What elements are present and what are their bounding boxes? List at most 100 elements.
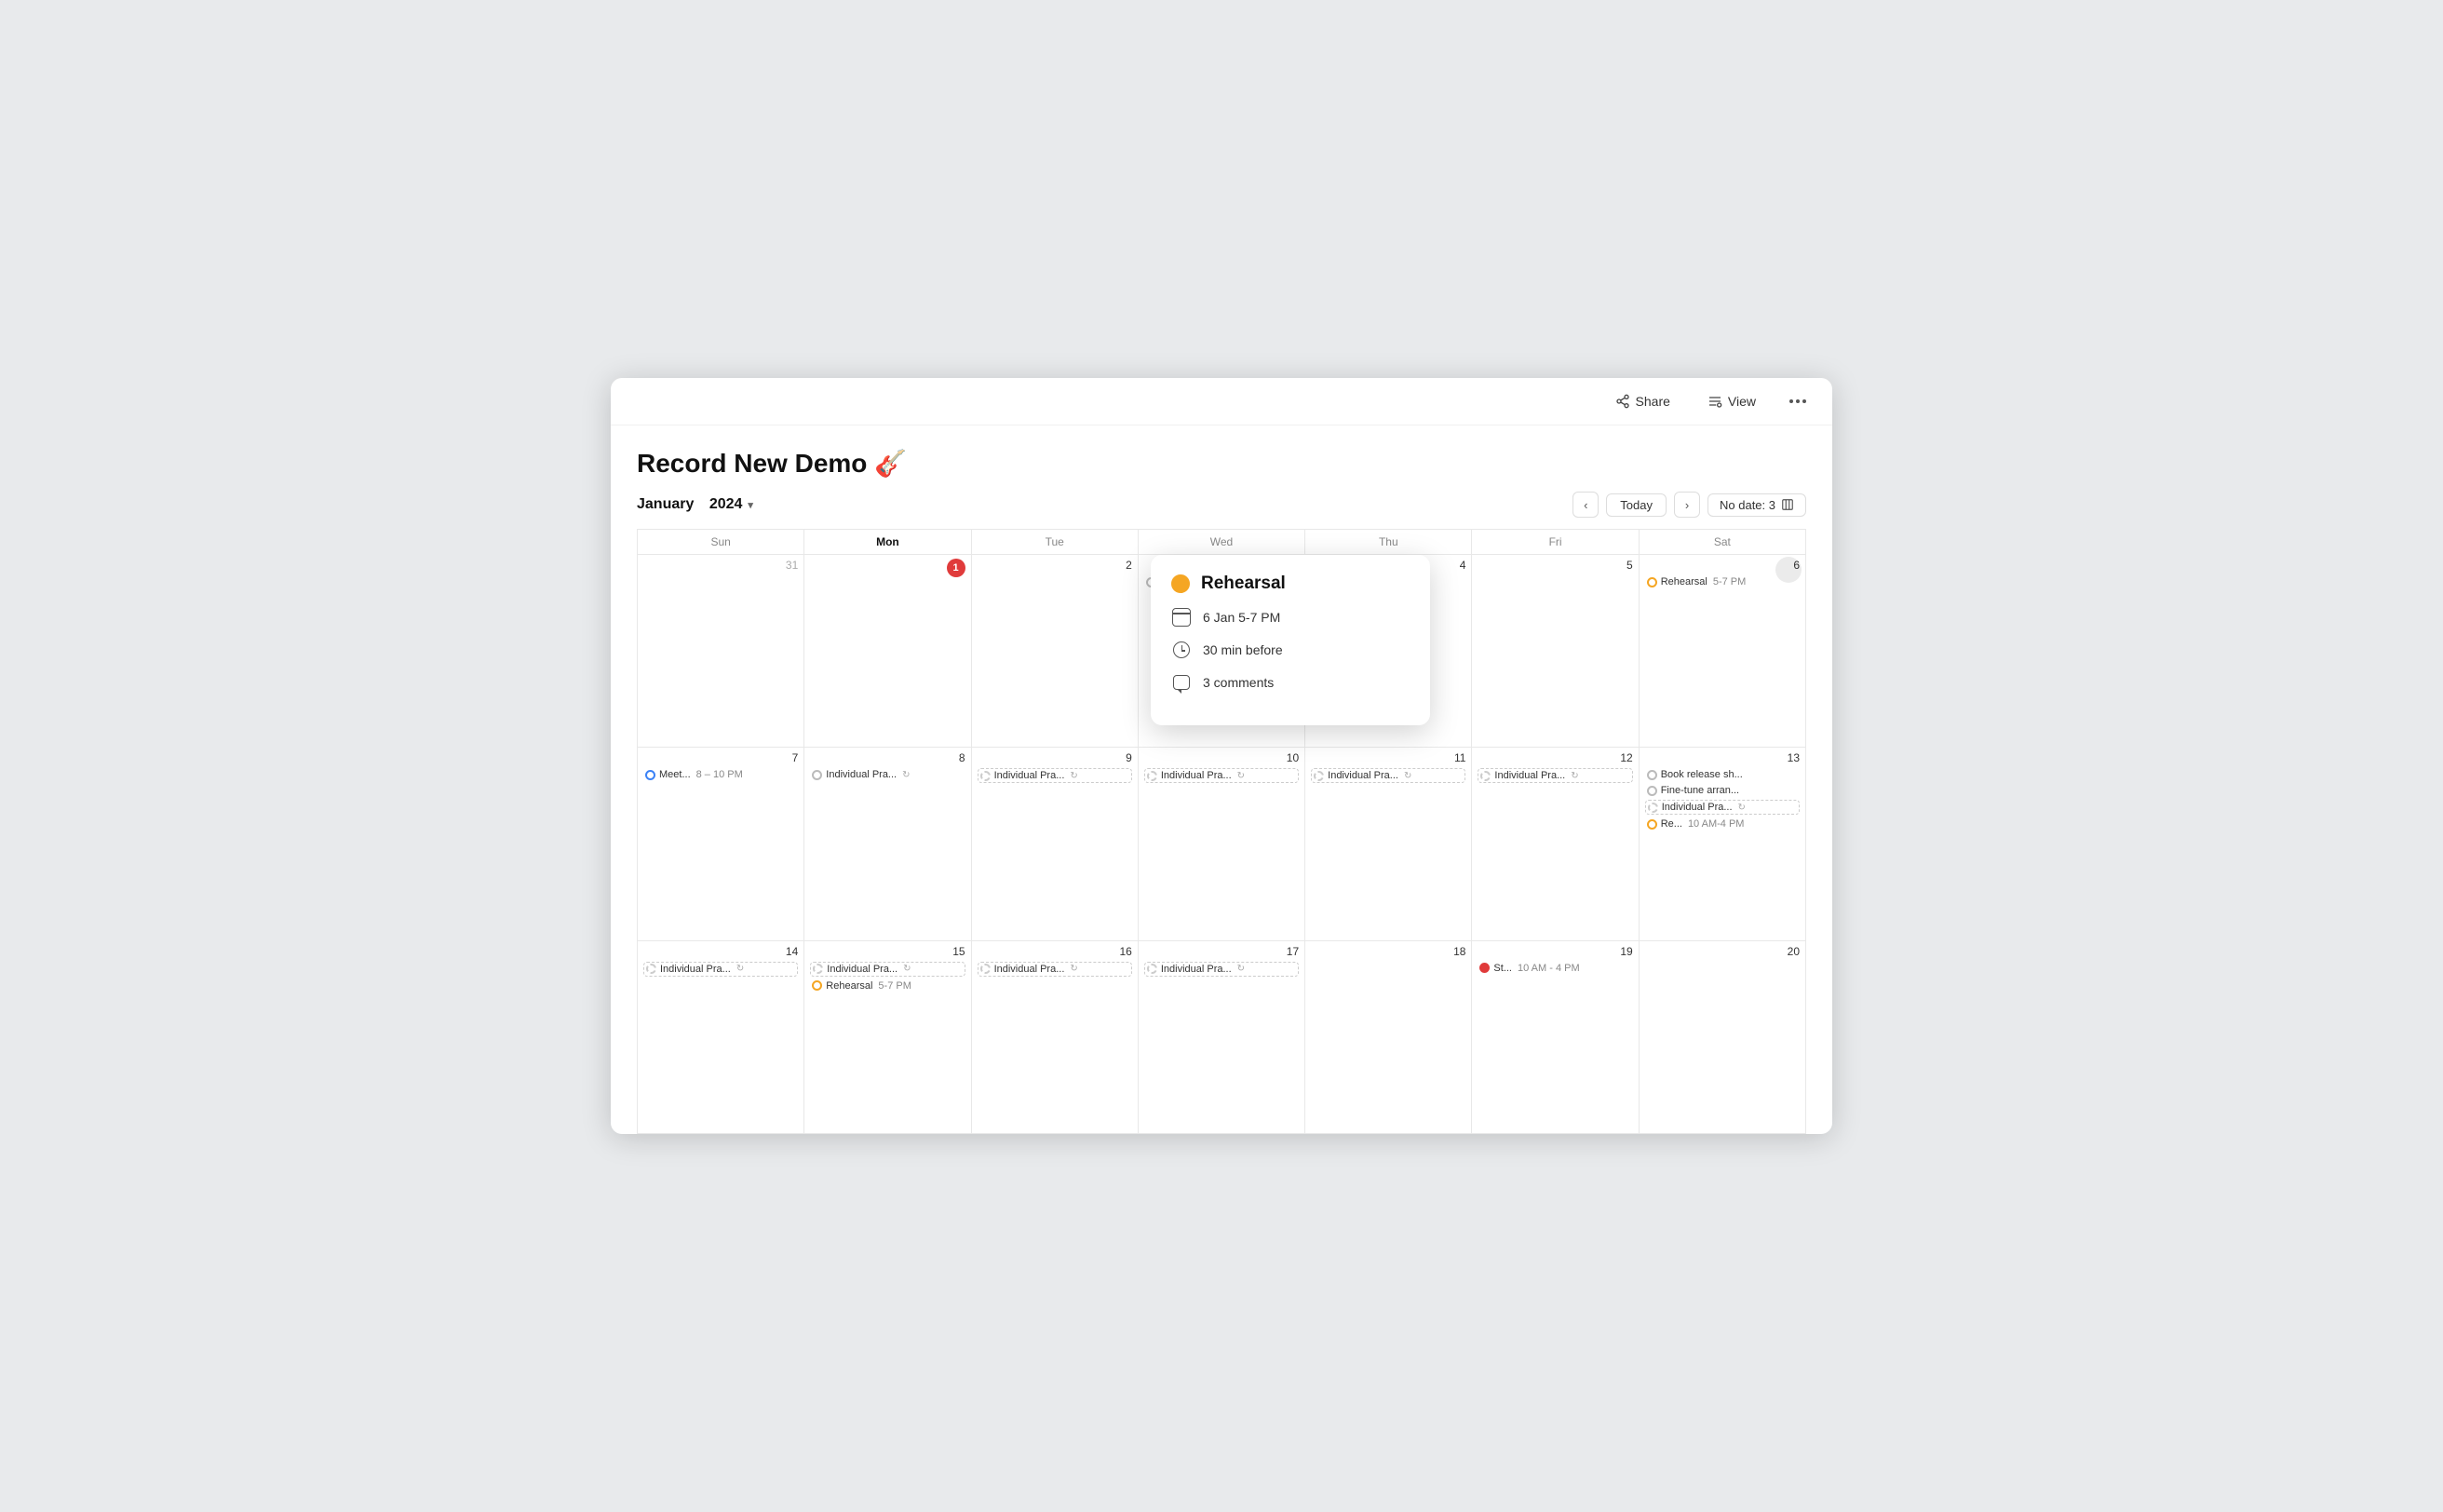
event-finetune-jan13[interactable]: Fine-tune arran...	[1645, 784, 1800, 797]
date-20: 20	[1645, 945, 1800, 958]
event-indpra-jan14[interactable]: Individual Pra... ↻	[643, 962, 798, 977]
cell-jan12[interactable]: 12 Individual Pra... ↻	[1472, 748, 1639, 940]
today-button[interactable]: Today	[1606, 493, 1667, 517]
event-bookrelease-jan13[interactable]: Book release sh...	[1645, 768, 1800, 781]
cell-jan13[interactable]: 13 Book release sh... Fine-tune arran...…	[1640, 748, 1806, 940]
cell-jan15[interactable]: 15 Individual Pra... ↻ Rehearsal 5-7 PM	[804, 941, 971, 1134]
event-circle-st19	[1479, 963, 1490, 973]
rehearsal-popup: Rehearsal 6 Jan 5-7 PM 30 min before 3 c…	[1151, 555, 1430, 725]
cell-jan18[interactable]: 18	[1305, 941, 1472, 1134]
event-rehearsal-jan6[interactable]: Rehearsal 5-7 PM	[1645, 575, 1800, 588]
date-10: 10	[1144, 751, 1299, 764]
meet-time: 8 – 10 PM	[696, 769, 743, 780]
prev-month-button[interactable]: ‹	[1572, 492, 1599, 518]
meet-text: Meet...	[659, 769, 691, 780]
cell-jan5[interactable]: 5	[1472, 555, 1639, 748]
top-bar: Share View	[611, 378, 1832, 425]
date-9: 9	[978, 751, 1132, 764]
date-17: 17	[1144, 945, 1299, 958]
rehearsal15-time: 5-7 PM	[878, 980, 911, 992]
cell-jan14[interactable]: 14 Individual Pra... ↻	[638, 941, 804, 1134]
cell-jan11[interactable]: 11 Individual Pra... ↻	[1305, 748, 1472, 940]
next-month-button[interactable]: ›	[1674, 492, 1700, 518]
event-rehearsal-jan15[interactable]: Rehearsal 5-7 PM	[810, 979, 965, 992]
popup-date-row: 6 Jan 5-7 PM	[1171, 607, 1410, 628]
popup-title: Rehearsal	[1201, 574, 1286, 594]
event-indpra-jan17[interactable]: Individual Pra... ↻	[1144, 962, 1299, 977]
recurring-icon15: ↻	[903, 964, 911, 974]
date-5: 5	[1478, 559, 1632, 572]
cell-dec31[interactable]: 31	[638, 555, 804, 748]
date-13: 13	[1645, 751, 1800, 764]
day-header-thu: Thu	[1305, 530, 1472, 555]
date-31: 31	[643, 559, 798, 572]
nav-controls: ‹ Today › No date: 3	[1572, 492, 1806, 518]
day-header-sun: Sun	[638, 530, 804, 555]
indpra15-text: Individual Pra...	[827, 964, 898, 975]
rehearsal15-text: Rehearsal	[826, 980, 872, 992]
event-indpra-jan12[interactable]: Individual Pra... ↻	[1478, 768, 1632, 783]
recurring-icon12: ↻	[1571, 771, 1578, 781]
event-circle-indpra12	[1480, 771, 1491, 781]
cell-jan9[interactable]: 9 Individual Pra... ↻	[972, 748, 1139, 940]
cell-jan1[interactable]: 1	[804, 555, 971, 748]
cell-jan16[interactable]: 16 Individual Pra... ↻	[972, 941, 1139, 1134]
event-circle-finetune	[1647, 786, 1657, 796]
indpra9-text: Individual Pra...	[994, 770, 1065, 781]
event-re-jan13[interactable]: Re... 10 AM-4 PM	[1645, 817, 1800, 830]
month-nav[interactable]: January 2024 ▾	[637, 496, 753, 513]
date-19: 19	[1478, 945, 1632, 958]
date-2: 2	[978, 559, 1132, 572]
more-options-button[interactable]	[1782, 395, 1814, 408]
share-button[interactable]: Share	[1604, 389, 1681, 413]
day-header-mon: Mon	[804, 530, 971, 555]
finetune-text: Fine-tune arran...	[1661, 785, 1739, 796]
calendar-icon	[1171, 607, 1192, 628]
popup-reminder-row: 30 min before	[1171, 640, 1410, 660]
cell-jan17[interactable]: 17 Individual Pra... ↻	[1139, 941, 1305, 1134]
event-indpra-jan11[interactable]: Individual Pra... ↻	[1311, 768, 1465, 783]
event-indpra-jan16[interactable]: Individual Pra... ↻	[978, 962, 1132, 977]
event-indpra-jan10[interactable]: Individual Pra... ↻	[1144, 768, 1299, 783]
event-indpra-jan15[interactable]: Individual Pra... ↻	[810, 962, 965, 977]
recurring-icon11: ↻	[1404, 771, 1411, 781]
cell-jan10[interactable]: 10 Individual Pra... ↻	[1139, 748, 1305, 940]
recurring-icon13: ↻	[1738, 803, 1746, 813]
cell-jan7[interactable]: 7 Meet... 8 – 10 PM	[638, 748, 804, 940]
no-date-button[interactable]: No date: 3	[1707, 493, 1806, 517]
indpra12-text: Individual Pra...	[1494, 770, 1565, 781]
popup-orange-circle	[1171, 574, 1190, 593]
event-circle-indpra16	[980, 964, 991, 974]
cell-jan6[interactable]: 6 Rehearsal 5-7 PM	[1640, 555, 1806, 748]
cell-jan2[interactable]: 2	[972, 555, 1139, 748]
date-16: 16	[978, 945, 1132, 958]
date-14: 14	[643, 945, 798, 958]
event-meet-jan7[interactable]: Meet... 8 – 10 PM	[643, 768, 798, 781]
date-18: 18	[1311, 945, 1465, 958]
popup-date-label: 6 Jan 5-7 PM	[1203, 610, 1280, 625]
event-indpra-jan9[interactable]: Individual Pra... ↻	[978, 768, 1132, 783]
event-circle-bookrelease	[1647, 770, 1657, 780]
st19-time: 10 AM - 4 PM	[1518, 963, 1580, 974]
event-indpra-jan8[interactable]: Individual Pra... ↻	[810, 768, 965, 781]
cell-jan20[interactable]: 20	[1640, 941, 1806, 1134]
year-label: 2024	[709, 496, 743, 513]
date-7: 7	[643, 751, 798, 764]
calendar-header: January 2024 ▾ ‹ Today › No date: 3	[637, 492, 1806, 518]
cell-jan19[interactable]: 19 St... 10 AM - 4 PM	[1472, 941, 1639, 1134]
recurring-icon9: ↻	[1070, 771, 1077, 781]
dot2	[1796, 399, 1800, 403]
popup-comments-label: 3 comments	[1203, 675, 1274, 690]
popup-title-row: Rehearsal	[1171, 574, 1410, 594]
cell-jan8[interactable]: 8 Individual Pra... ↻	[804, 748, 971, 940]
hover-circle	[1775, 557, 1802, 583]
popup-comments-row: 3 comments	[1171, 672, 1410, 693]
rehearsal-text: Rehearsal	[1661, 576, 1707, 587]
recurring-icon14: ↻	[736, 964, 744, 974]
event-indpra-jan13[interactable]: Individual Pra... ↻	[1645, 800, 1800, 815]
share-label: Share	[1636, 394, 1670, 409]
event-st-jan19[interactable]: St... 10 AM - 4 PM	[1478, 962, 1632, 975]
view-button[interactable]: View	[1696, 389, 1767, 413]
recurring-icon16: ↻	[1070, 964, 1077, 974]
chevron-down-icon: ▾	[748, 499, 753, 511]
